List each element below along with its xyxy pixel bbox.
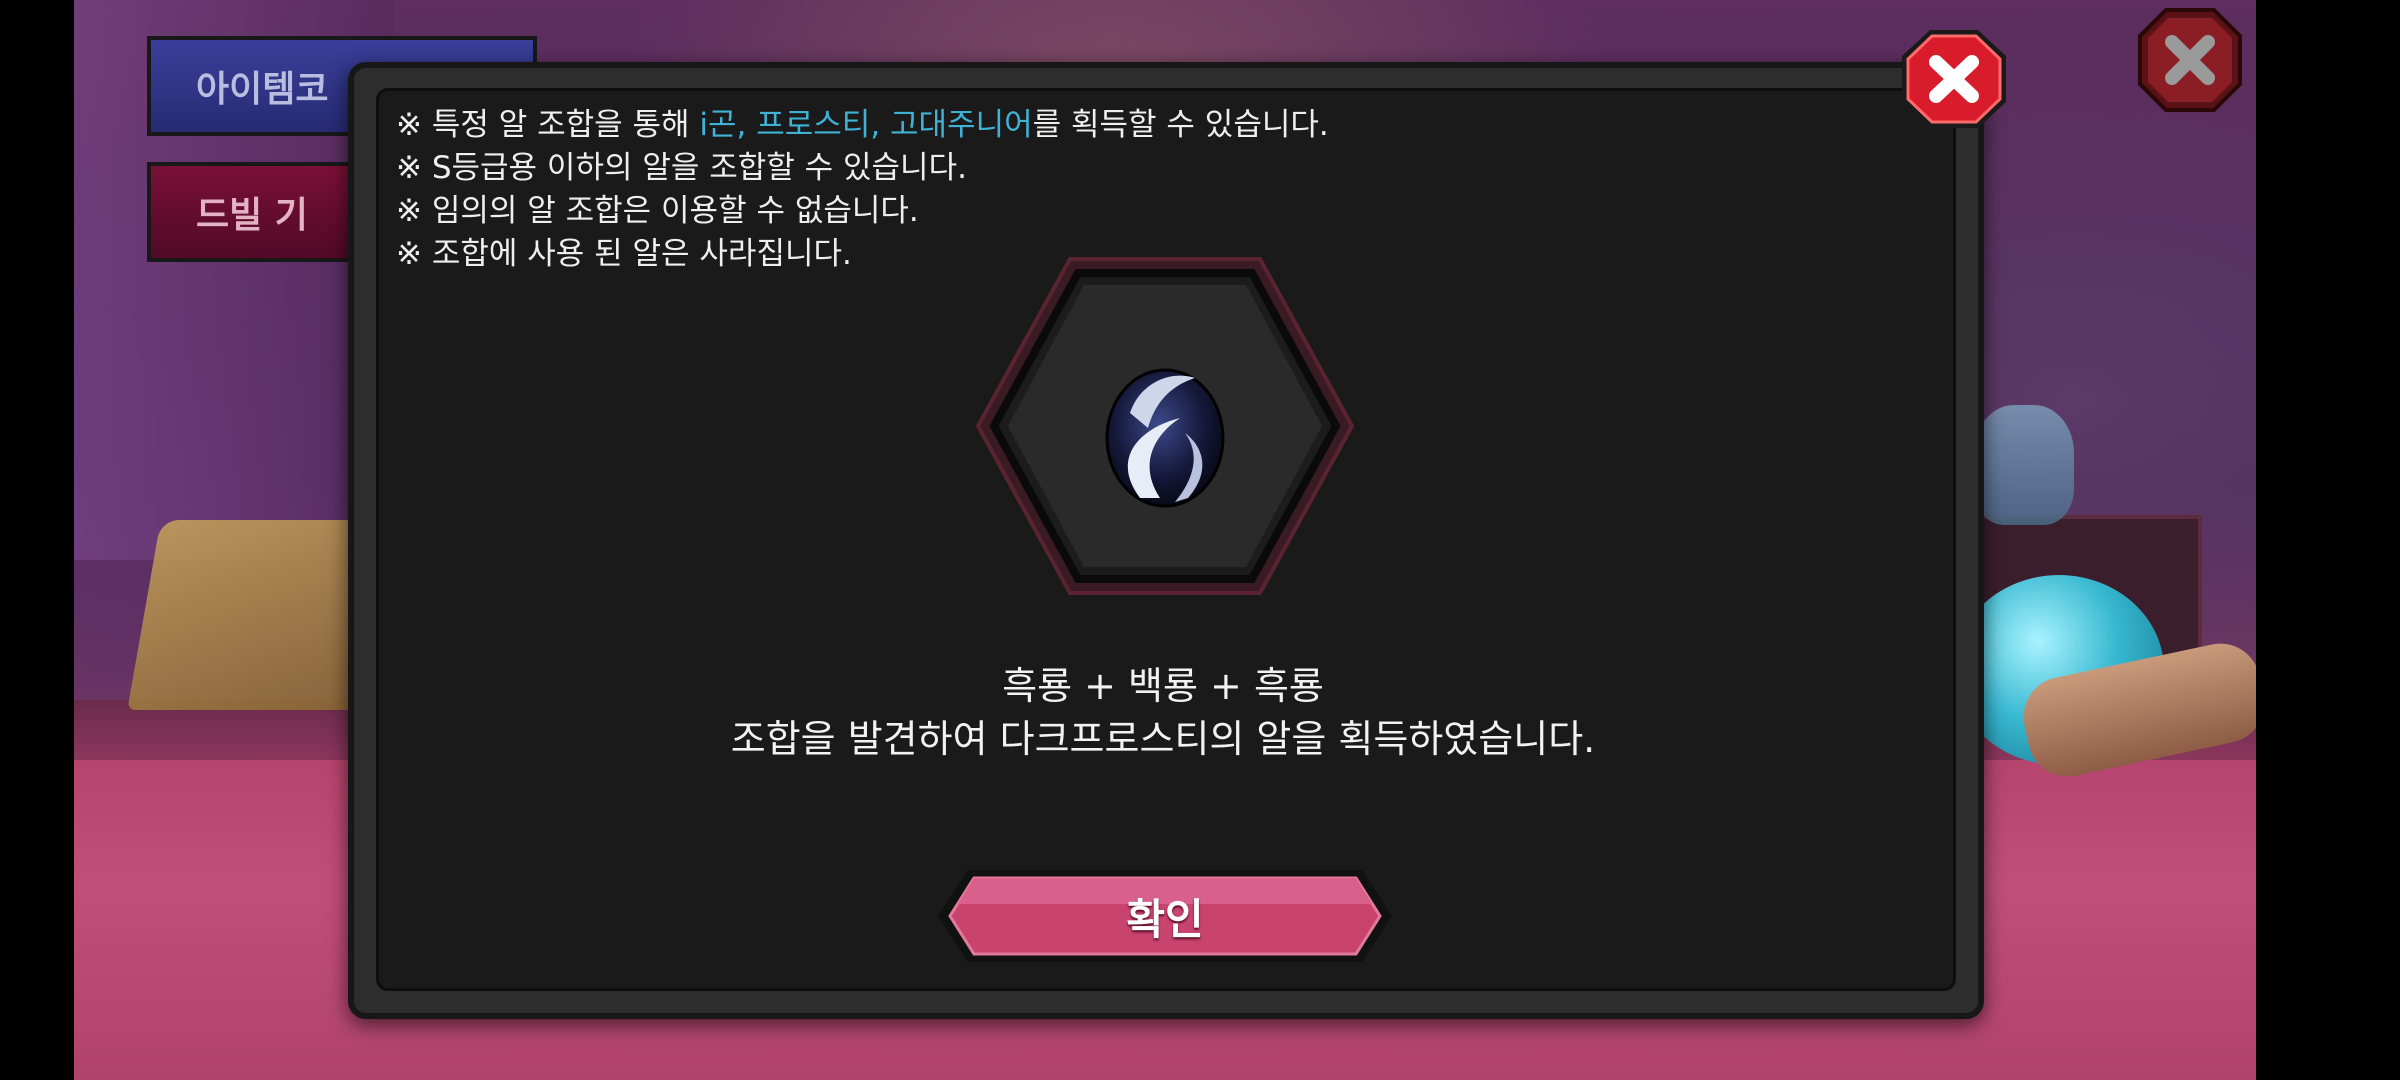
note-highlight: i곤, 프로스티, 고대주니어 [699,107,1033,143]
item-code-label: 아이템코 [196,69,329,110]
close-icon[interactable] [1898,26,2010,132]
result-message: 조합을 발견하여 다크프로스티의 알을 획득하였습니다. [730,717,1596,761]
note-text: 를 획득할 수 있습니다. [1032,107,1329,143]
combination-result: 흑룡 + 백룡 + 흑룡 조합을 발견하여 다크프로스티의 알을 획득하였습니다… [548,660,1778,766]
confirm-label: 확인 [1126,894,1204,944]
note-text: ※ S등급용 이하의 알을 조합할 수 있습니다. [396,150,967,186]
note-line: ※ 특정 알 조합을 통해 i곤, 프로스티, 고대주니어를 획득할 수 있습니… [396,104,1936,147]
note-text: ※ 임의의 알 조합은 이용할 수 없습니다. [396,193,919,229]
note-text: ※ 특정 알 조합을 통해 [396,107,700,143]
combination-notes: ※ 특정 알 조합을 통해 i곤, 프로스티, 고대주니어를 획득할 수 있습니… [396,104,1936,276]
result-combo: 흑룡 + 백룡 + 흑룡 [1002,664,1324,708]
note-text: ※ 조합에 사용 된 알은 사라집니다. [396,236,852,272]
dark-frosty-egg-icon [1105,368,1225,508]
vase-decoration [1974,405,2074,525]
dribble-label: 드빌 기 [196,195,308,236]
confirm-button[interactable]: 확인 [934,866,1396,966]
note-line: ※ S등급용 이하의 알을 조합할 수 있습니다. [396,147,1936,190]
outer-close-icon[interactable] [2136,6,2244,114]
note-line: ※ 임의의 알 조합은 이용할 수 없습니다. [396,190,1936,233]
